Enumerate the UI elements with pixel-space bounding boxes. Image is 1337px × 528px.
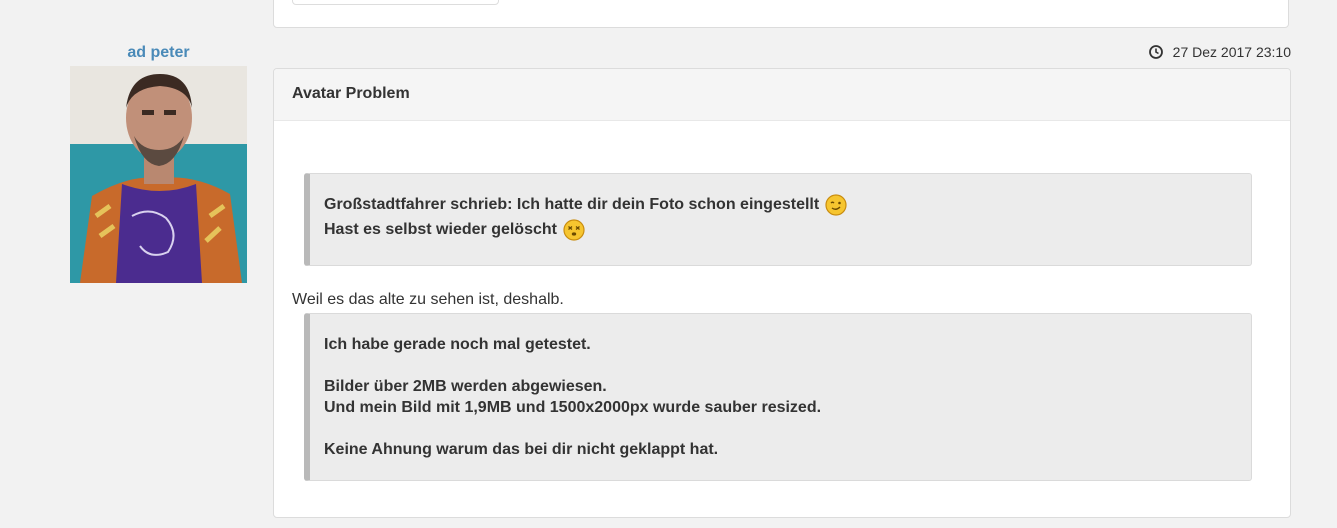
- previous-post-button[interactable]: [292, 0, 499, 5]
- quote-line: Ich habe gerade noch mal getestet.: [324, 336, 591, 353]
- previous-post-card: [273, 0, 1289, 28]
- post-author-name[interactable]: ad peter: [70, 44, 247, 62]
- quote-line: Bilder über 2MB werden abgewiesen.: [324, 378, 607, 395]
- quote-block: Ich habe gerade noch mal getestet. Bilde…: [304, 313, 1252, 481]
- post-date: 27 Dez 2017 23:10: [1148, 44, 1291, 60]
- post-date-text: 27 Dez 2017 23:10: [1172, 44, 1291, 60]
- clock-icon: [1148, 45, 1163, 59]
- post-card: Avatar Problem Großstadtfahrer schrieb: …: [273, 68, 1291, 518]
- post-title: Avatar Problem: [274, 69, 1290, 121]
- avatar-photo: [70, 66, 247, 283]
- winking-smiley-icon: [825, 193, 847, 216]
- author-avatar[interactable]: [70, 66, 247, 283]
- quote-line: Hast es selbst wieder gelöscht: [324, 221, 557, 238]
- quote-line: Keine Ahnung warum das bei dir nicht gek…: [324, 441, 719, 458]
- dizzy-smiley-icon: [563, 218, 585, 241]
- quote-line: Großstadtfahrer schrieb: Ich hatte dir d…: [324, 196, 820, 213]
- post-body-text: Weil es das alte zu sehen ist, deshalb.: [292, 291, 564, 308]
- quote-line: Und mein Bild mit 1,9MB und 1500x2000px …: [324, 399, 822, 416]
- quote-block: Großstadtfahrer schrieb: Ich hatte dir d…: [304, 173, 1252, 266]
